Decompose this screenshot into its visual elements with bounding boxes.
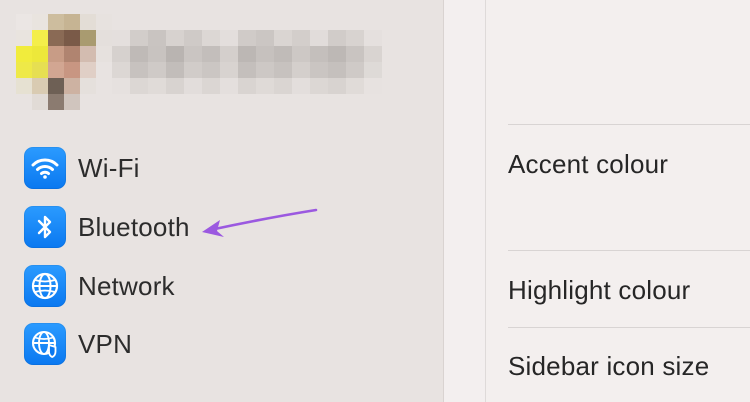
sidebar-item-label: VPN xyxy=(78,328,133,359)
bluetooth-icon xyxy=(24,206,66,248)
accent-colour-label: Accent colour xyxy=(508,149,669,179)
row-divider xyxy=(508,124,750,125)
sidebar-divider xyxy=(444,0,486,402)
sidebar-item-label: Wi-Fi xyxy=(78,152,140,183)
sidebar-icon-size-label: Sidebar icon size xyxy=(508,351,710,381)
sidebar-item-network[interactable]: Network xyxy=(24,264,424,308)
sidebar-item-label: Bluetooth xyxy=(78,211,190,242)
vpn-globe-shield-icon xyxy=(24,323,66,365)
settings-sidebar: Wi-Fi Bluetooth Network VPN xyxy=(0,0,444,402)
sidebar-item-vpn[interactable]: VPN xyxy=(24,322,424,366)
wifi-icon xyxy=(24,147,66,189)
highlight-colour-label: Highlight colour xyxy=(508,275,691,305)
user-name-redacted xyxy=(112,30,382,94)
sidebar-item-wifi[interactable]: Wi-Fi xyxy=(24,146,424,190)
row-divider xyxy=(508,250,750,251)
annotation-arrow-icon xyxy=(202,208,318,237)
sidebar-item-label: Network xyxy=(78,270,175,301)
settings-content-pane xyxy=(486,0,750,402)
user-avatar[interactable] xyxy=(16,14,112,110)
globe-icon xyxy=(24,265,66,307)
row-divider xyxy=(508,327,750,328)
